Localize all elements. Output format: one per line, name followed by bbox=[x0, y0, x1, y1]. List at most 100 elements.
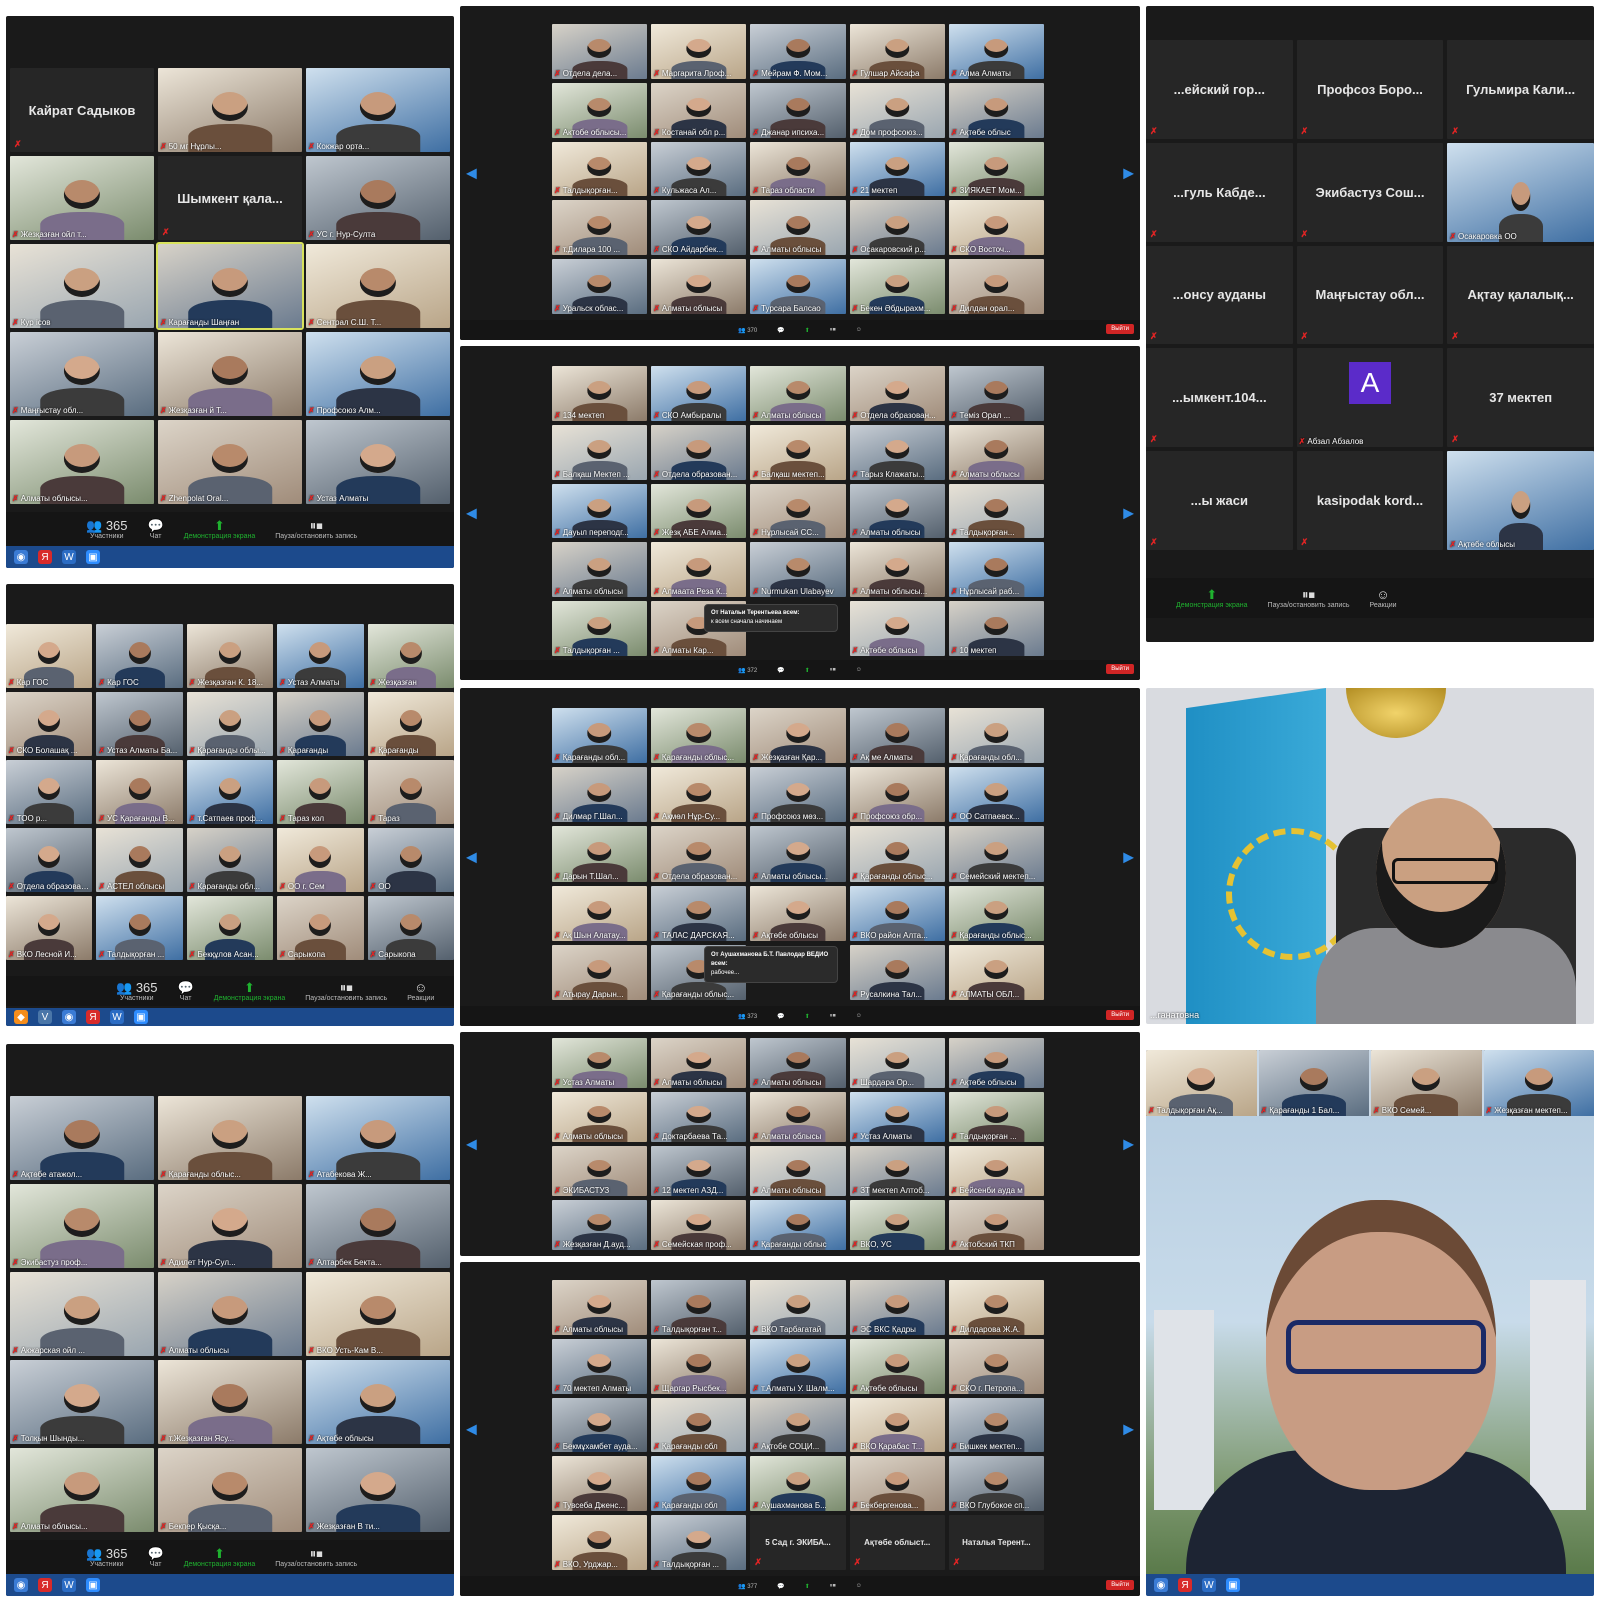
share-screen-button[interactable]: ⬆ Демонстрация экрана bbox=[204, 980, 296, 1002]
participant-video-tile[interactable]: ✗ ЭКИБАСТУЗ bbox=[552, 1146, 648, 1196]
participant-video-tile[interactable]: ✗ Осакаровка ОО bbox=[1447, 142, 1594, 242]
participant-video-tile[interactable]: ✗ Қарағанды облыс... bbox=[849, 826, 945, 882]
reactions-button[interactable]: ☺ Реакции bbox=[397, 980, 444, 1002]
participants-button[interactable]: 👥 365 Участники bbox=[76, 518, 138, 540]
chat-icon[interactable]: 💬 bbox=[777, 1583, 784, 1590]
participant-video-tile[interactable]: ✗ Осакаровский р... bbox=[849, 200, 945, 256]
reactions-icon[interactable]: ☺ bbox=[856, 667, 862, 673]
next-page-arrow-icon[interactable]: ▶ bbox=[1123, 849, 1134, 866]
participant-video-tile[interactable]: ✗ Кар ГОС bbox=[96, 624, 183, 688]
participant-video-tile[interactable]: ✗ Отдела дела... bbox=[552, 24, 648, 79]
participant-video-tile[interactable]: ✗ АЛМАТЫ ОБЛ... bbox=[948, 944, 1044, 1000]
chat-icon[interactable]: 💬 bbox=[777, 1013, 784, 1020]
yandex-icon[interactable]: Я bbox=[38, 550, 52, 564]
share-screen-icon[interactable]: ⬆ bbox=[805, 1013, 810, 1020]
chat-notification[interactable]: От Натальи Терентьева всем: к всем снача… bbox=[704, 604, 838, 632]
participant-video-tile[interactable]: ✗ Карағанды обл... bbox=[186, 828, 274, 892]
participant-video-tile[interactable]: ✗ Экибастуз проф... bbox=[10, 1184, 154, 1268]
participant-video-tile[interactable]: ✗ ВКО Глубокое сп... bbox=[948, 1456, 1044, 1512]
participant-video-tile[interactable]: ✗ Ақтөбе облыс bbox=[948, 82, 1044, 138]
participant-name-tile[interactable]: ...гуль Кабде... ✗ bbox=[1146, 142, 1293, 242]
participant-video-tile[interactable]: ✗ Қарағанды 1 Бал... bbox=[1258, 1050, 1369, 1116]
participant-video-tile[interactable]: ✗ Жезқазған й Т... bbox=[158, 332, 302, 416]
participant-video-tile[interactable]: ✗ Талдықорған... bbox=[552, 141, 648, 197]
participant-video-tile[interactable]: ✗ Алматы облысы bbox=[948, 424, 1044, 480]
participant-video-tile[interactable]: ✗ ЗТ мектеп Алтоб... bbox=[849, 1146, 945, 1196]
participant-video-tile[interactable]: ✗ Ақтөбе облысы bbox=[1447, 451, 1594, 550]
participant-video-tile[interactable]: ✗ Қарағанды облыс... bbox=[651, 708, 747, 764]
participant-video-tile[interactable]: ✗ Ақтөбе облысы bbox=[306, 1360, 450, 1444]
participant-video-tile[interactable]: ✗ ЗИЯКАЕТ Мом... bbox=[948, 141, 1044, 197]
participant-video-tile[interactable]: ✗ СКО Айдарбек... bbox=[651, 200, 747, 256]
participant-video-tile[interactable]: ✗ Бейсенби ауда м bbox=[948, 1146, 1044, 1196]
record-pause-icon[interactable]: ⏸⏹ bbox=[830, 327, 836, 334]
participant-video-tile[interactable]: ✗ Семейская проф... bbox=[651, 1200, 747, 1250]
next-page-arrow-icon[interactable]: ▶ bbox=[1123, 1421, 1134, 1438]
participant-video-tile[interactable]: ✗ 50 мг Нұрлы... bbox=[158, 68, 302, 152]
share-screen-button[interactable]: ⬆ Демонстрация экрана bbox=[174, 1546, 266, 1568]
participant-video-tile[interactable]: ✗ Талдықорған ... bbox=[552, 601, 648, 656]
exit-button[interactable]: Выйти bbox=[1106, 324, 1134, 334]
participant-video-tile[interactable]: ✗ Бекқұлов Асан... bbox=[186, 896, 274, 960]
participant-video-tile[interactable]: ✗ Талдықорған т... bbox=[651, 1280, 747, 1335]
participant-video-tile[interactable]: ✗ Атабекова Ж... bbox=[306, 1096, 450, 1180]
participant-video-tile[interactable]: ✗ Қарағанды облыс... bbox=[158, 1096, 302, 1180]
participant-video-tile[interactable]: ✗ Қарағанды облыс bbox=[750, 1200, 846, 1250]
chat-icon[interactable]: 💬 bbox=[777, 327, 784, 334]
participant-video-tile[interactable]: ✗ Жезқазған Д.ауд... bbox=[552, 1200, 648, 1250]
record-button[interactable]: ⏸⏹ Пауза/остановить запись bbox=[295, 980, 397, 1002]
participant-video-tile[interactable]: ✗ Алматы облысы bbox=[849, 483, 945, 539]
participant-video-tile[interactable]: ✗ Сарыкопа bbox=[277, 896, 364, 960]
reactions-icon[interactable]: ☺ bbox=[856, 1013, 862, 1019]
participant-video-tile[interactable]: ✗ Акжарская ойл ... bbox=[10, 1272, 154, 1356]
participant-video-tile[interactable]: ✗ Жезқазған В ти... bbox=[306, 1448, 450, 1532]
participant-video-tile[interactable]: ✗ Алматы облысы bbox=[750, 366, 846, 421]
taskbar-app-icon[interactable]: ◉ bbox=[14, 1578, 28, 1592]
exit-button[interactable]: Выйти bbox=[1106, 664, 1134, 674]
participant-name-tile[interactable]: Ақтау қалалық... ✗ bbox=[1447, 245, 1594, 345]
participant-video-tile[interactable]: ✗ Джанар ипсиха... bbox=[750, 82, 846, 138]
participants-button[interactable]: 👥 365 Участники bbox=[106, 980, 168, 1002]
participant-video-tile[interactable]: ✗ Қарағанды bbox=[277, 692, 364, 756]
participant-name-tile[interactable]: 5 Сад г. ЭКИБА... ✗ bbox=[750, 1515, 846, 1570]
next-page-arrow-icon[interactable]: ▶ bbox=[1123, 505, 1134, 522]
participant-name-tile[interactable]: Экибастуз Сош... ✗ bbox=[1296, 142, 1444, 242]
prev-page-arrow-icon[interactable]: ◀ bbox=[466, 165, 477, 182]
participant-video-tile[interactable]: ✗ ЭС ВКС Қадры bbox=[849, 1280, 945, 1335]
participant-video-tile[interactable]: ✗ Отдела образован... bbox=[849, 366, 945, 421]
participant-video-tile[interactable]: ✗ Бекпер Қысқа... bbox=[158, 1448, 302, 1532]
chat-button[interactable]: 💬 Чат bbox=[168, 980, 204, 1002]
share-screen-button[interactable]: ⬆ Демонстрация экрана bbox=[1166, 587, 1258, 609]
participant-video-tile[interactable]: ✗ Ақтөбе облысы bbox=[948, 1038, 1044, 1088]
participant-video-tile[interactable]: ✗ Устаз Алматы bbox=[306, 420, 450, 504]
participant-video-tile[interactable]: ✗ Кокжар орта... bbox=[306, 68, 450, 152]
participant-video-tile[interactable]: ✗ АСТЕЛ облысы bbox=[96, 828, 183, 892]
participant-name-tile[interactable]: Наталья Терент... ✗ bbox=[948, 1515, 1044, 1570]
participant-name-tile[interactable]: 37 мектеп ✗ bbox=[1447, 348, 1594, 448]
participant-video-tile[interactable]: ✗ Гулшар Айсафа bbox=[849, 24, 945, 79]
participant-video-tile[interactable]: ✗ Талдықорған ... bbox=[948, 1092, 1044, 1142]
participant-video-tile[interactable]: ✗ Ақтобе СОЦИ... bbox=[750, 1397, 846, 1453]
word-icon[interactable]: W bbox=[62, 1578, 76, 1592]
participant-video-tile[interactable]: ✗ Алматы облысы... bbox=[10, 420, 154, 504]
participant-video-tile[interactable]: ✗ Қарағанды обл bbox=[651, 1397, 747, 1453]
participant-video-tile[interactable]: ✗ Алматы облысы... bbox=[849, 542, 945, 598]
record-button[interactable]: ⏸⏹ Пауза/остановить запись bbox=[265, 518, 367, 540]
participant-video-tile[interactable]: ✗ т.Алматы У. Шалм... bbox=[750, 1338, 846, 1394]
participant-video-tile[interactable]: ✗ Тувсеба Дженс... bbox=[552, 1456, 648, 1512]
participant-video-tile[interactable]: ✗ Жезқазған ойл т... bbox=[10, 156, 154, 240]
participant-video-tile[interactable]: ✗ СКО г. Петропа... bbox=[948, 1338, 1044, 1394]
participant-video-tile[interactable]: ✗ Алматы облысы bbox=[552, 542, 648, 598]
participant-video-tile[interactable]: ✗ Жезқазған К. 18... bbox=[186, 624, 274, 688]
participant-video-tile[interactable]: ✗ Алматы облысы... bbox=[10, 1448, 154, 1532]
exit-button[interactable]: Выйти bbox=[1106, 1580, 1134, 1590]
participant-video-tile[interactable]: ✗ Алматы облысы bbox=[651, 1038, 747, 1088]
participant-video-tile[interactable]: ✗ ОО Сатпаевск... bbox=[948, 767, 1044, 823]
participant-video-tile[interactable]: ✗ Алматы облысы bbox=[651, 259, 747, 314]
participant-video-tile[interactable]: ✗ Бекмұхамбет ауда... bbox=[552, 1397, 648, 1453]
participant-video-tile[interactable]: ✗ ВКО Тарбагатай bbox=[750, 1280, 846, 1335]
participant-video-tile[interactable]: ✗ Жезқ АБЕ Алма... bbox=[651, 483, 747, 539]
participant-video-tile[interactable]: ✗ ВКО Лесной И... bbox=[6, 896, 93, 960]
participant-video-tile[interactable]: ✗ Устаз Алматы bbox=[849, 1092, 945, 1142]
participant-video-tile[interactable]: ✗ Ақтөбе облысы bbox=[750, 885, 846, 941]
